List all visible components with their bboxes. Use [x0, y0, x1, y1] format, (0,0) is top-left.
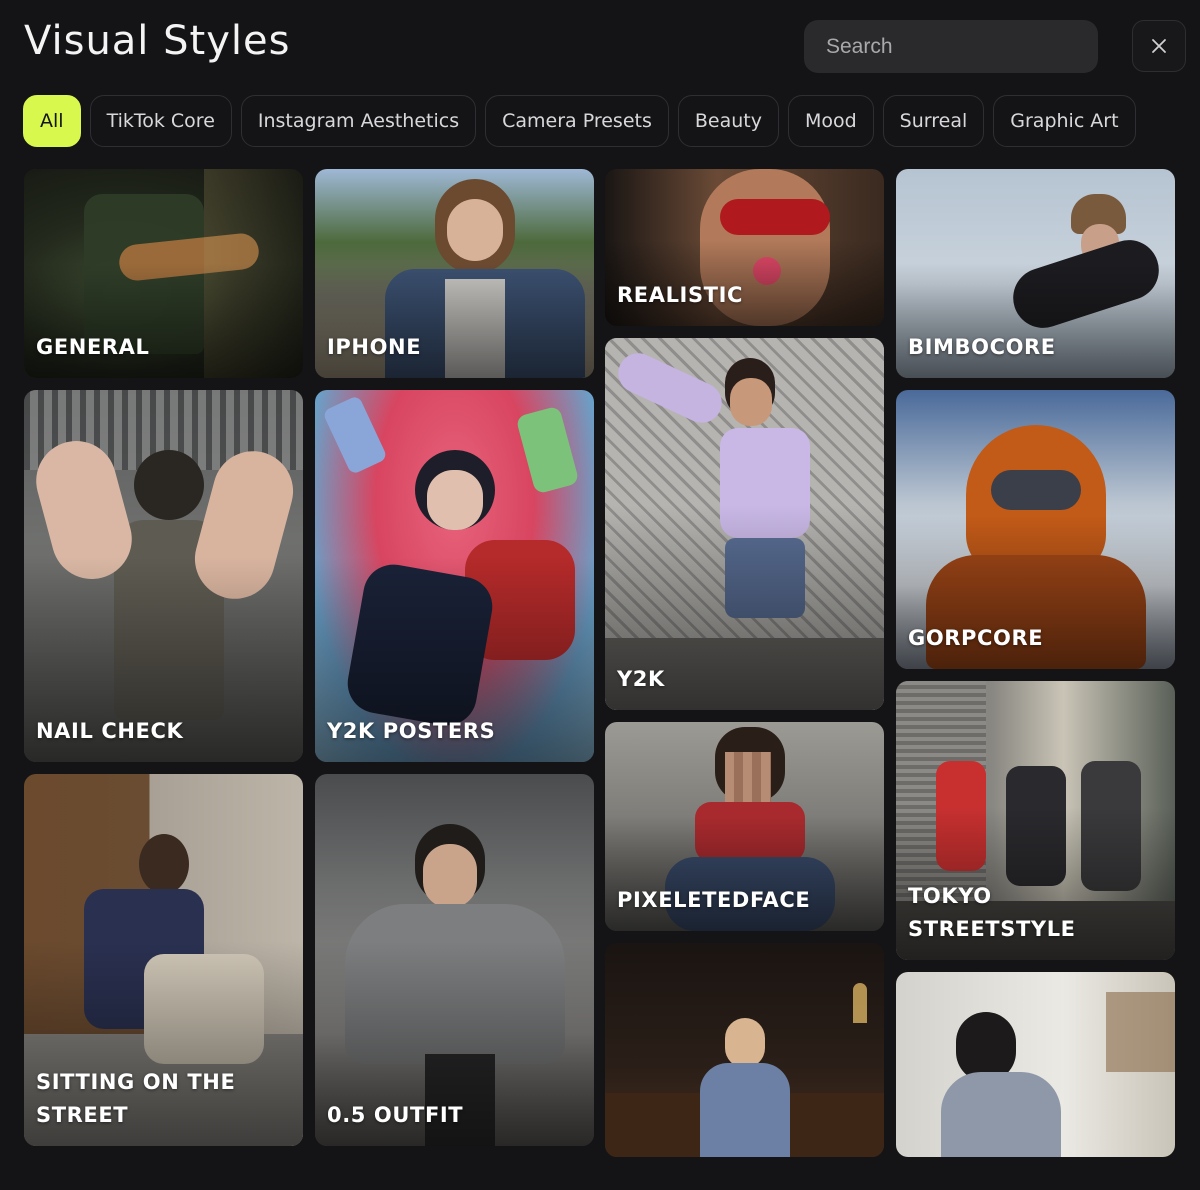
close-button[interactable] [1132, 20, 1186, 72]
style-card-label: TOKYO STREETSTYLE [908, 884, 1076, 941]
tab-beauty[interactable]: Beauty [677, 95, 779, 147]
style-card-gorpcore[interactable]: GORPCORE [896, 390, 1175, 669]
tab-tiktok-core[interactable]: TikTok Core [89, 95, 232, 147]
tab-mood[interactable]: Mood [787, 95, 874, 147]
style-card-label: Y2K [617, 667, 665, 691]
style-card-label: BIMBOCORE [908, 335, 1056, 359]
style-card-sitting-on-the-street[interactable]: SITTING ON THE STREET [24, 774, 303, 1146]
style-card-label: Y2K POSTERS [327, 719, 496, 743]
style-card-label: 0.5 OUTFIT [327, 1103, 464, 1127]
page-title: Visual Styles [24, 18, 291, 64]
close-icon [1152, 39, 1166, 53]
style-thumbnail [896, 972, 1175, 1157]
style-card-label: PIXELETEDFACE [617, 888, 811, 912]
style-card-realistic[interactable]: REALISTIC [605, 169, 884, 326]
tab-camera-presets[interactable]: Camera Presets [485, 95, 669, 147]
style-card-label: IPHONE [327, 335, 422, 359]
style-card-bimbocore[interactable]: BIMBOCORE [896, 169, 1175, 378]
style-thumbnail [605, 943, 884, 1157]
tab-graphic-art[interactable]: Graphic Art [993, 95, 1136, 147]
search-input[interactable] [804, 20, 1098, 73]
style-card-label: NAIL CHECK [36, 719, 184, 743]
style-card-nail-check[interactable]: NAIL CHECK [24, 390, 303, 762]
visual-styles-panel: Visual Styles All TikTok Core Instagram … [0, 0, 1200, 1190]
style-card-label: SITTING ON THE STREET [36, 1070, 236, 1127]
style-card-label: REALISTIC [617, 283, 744, 307]
style-card-0-5-outfit[interactable]: 0.5 OUTFIT [315, 774, 594, 1146]
tab-all[interactable]: All [23, 95, 81, 147]
tab-surreal[interactable]: Surreal [882, 95, 985, 147]
style-card-label: GORPCORE [908, 626, 1044, 650]
tab-instagram-aesthetics[interactable]: Instagram Aesthetics [240, 95, 477, 147]
style-card-iphone[interactable]: IPHONE [315, 169, 594, 378]
category-tabs: All TikTok Core Instagram Aesthetics Cam… [23, 95, 1136, 147]
style-card-general[interactable]: GENERAL [24, 169, 303, 378]
style-card-tokyo-streetstyle[interactable]: TOKYO STREETSTYLE [896, 681, 1175, 960]
style-card-white-room[interactable] [896, 972, 1175, 1157]
style-card-y2k[interactable]: Y2K [605, 338, 884, 710]
style-card-pixeletedface[interactable]: PIXELETEDFACE [605, 722, 884, 931]
style-card-y2k-posters[interactable]: Y2K POSTERS [315, 390, 594, 762]
style-card-church[interactable] [605, 943, 884, 1157]
style-card-label: GENERAL [36, 335, 150, 359]
